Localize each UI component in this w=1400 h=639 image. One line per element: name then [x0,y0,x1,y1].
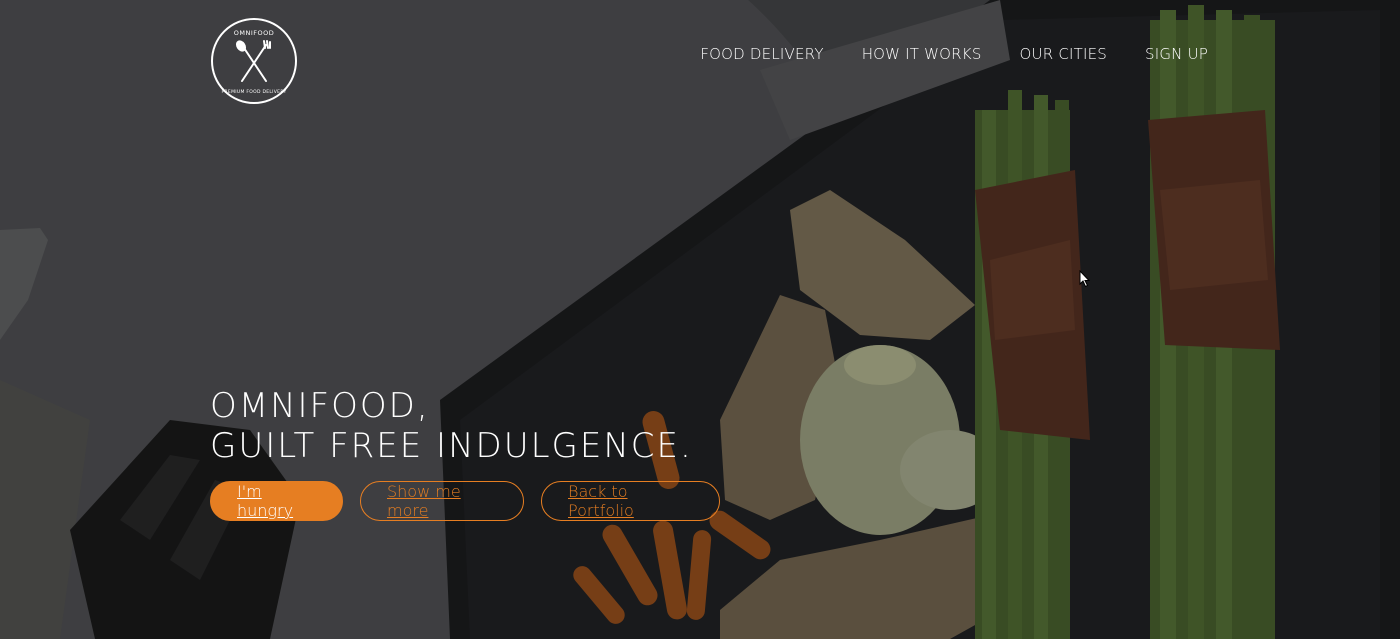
mouse-pointer-icon [1079,270,1091,288]
nav-link-how-it-works[interactable]: HOW IT WORKS [862,45,982,63]
nav-item-sign-up: SIGN UP [1145,44,1208,63]
nav-link-our-cities[interactable]: OUR CITIES [1020,45,1107,63]
hero-buttons: I'm hungry Show me more Back to Portfoli… [210,481,720,521]
nav-link-food-delivery[interactable]: FOOD DELIVERY [700,45,823,63]
nav-link-sign-up[interactable]: SIGN UP [1145,45,1208,63]
main-nav: FOOD DELIVERY HOW IT WORKS OUR CITIES SI… [700,44,1208,63]
omnifood-logo[interactable]: OMNIFOOD PREMIUM FOOD DELIVERY [210,17,298,105]
logo-bottom-text: PREMIUM FOOD DELIVERY [221,89,286,95]
hero-headline: OMNIFOOD, GUILT FREE INDULGENCE. [210,386,693,466]
fork-spoon-icon [235,40,271,82]
nav-item-our-cities: OUR CITIES [1020,44,1107,63]
hero-headline-line2: GUILT FREE INDULGENCE. [210,426,693,466]
show-me-more-button[interactable]: Show me more [360,481,524,521]
logo-top-text: OMNIFOOD [234,29,274,37]
nav-item-food-delivery: FOOD DELIVERY [700,44,823,63]
back-to-portfolio-button[interactable]: Back to Portfolio [541,481,720,521]
nav-item-how-it-works: HOW IT WORKS [862,44,982,63]
hero-headline-line1: OMNIFOOD, [210,386,430,426]
im-hungry-button[interactable]: I'm hungry [210,481,343,521]
hero-section: OMNIFOOD PREMIUM FOOD DELIVERY FOOD DELI… [0,0,1400,639]
